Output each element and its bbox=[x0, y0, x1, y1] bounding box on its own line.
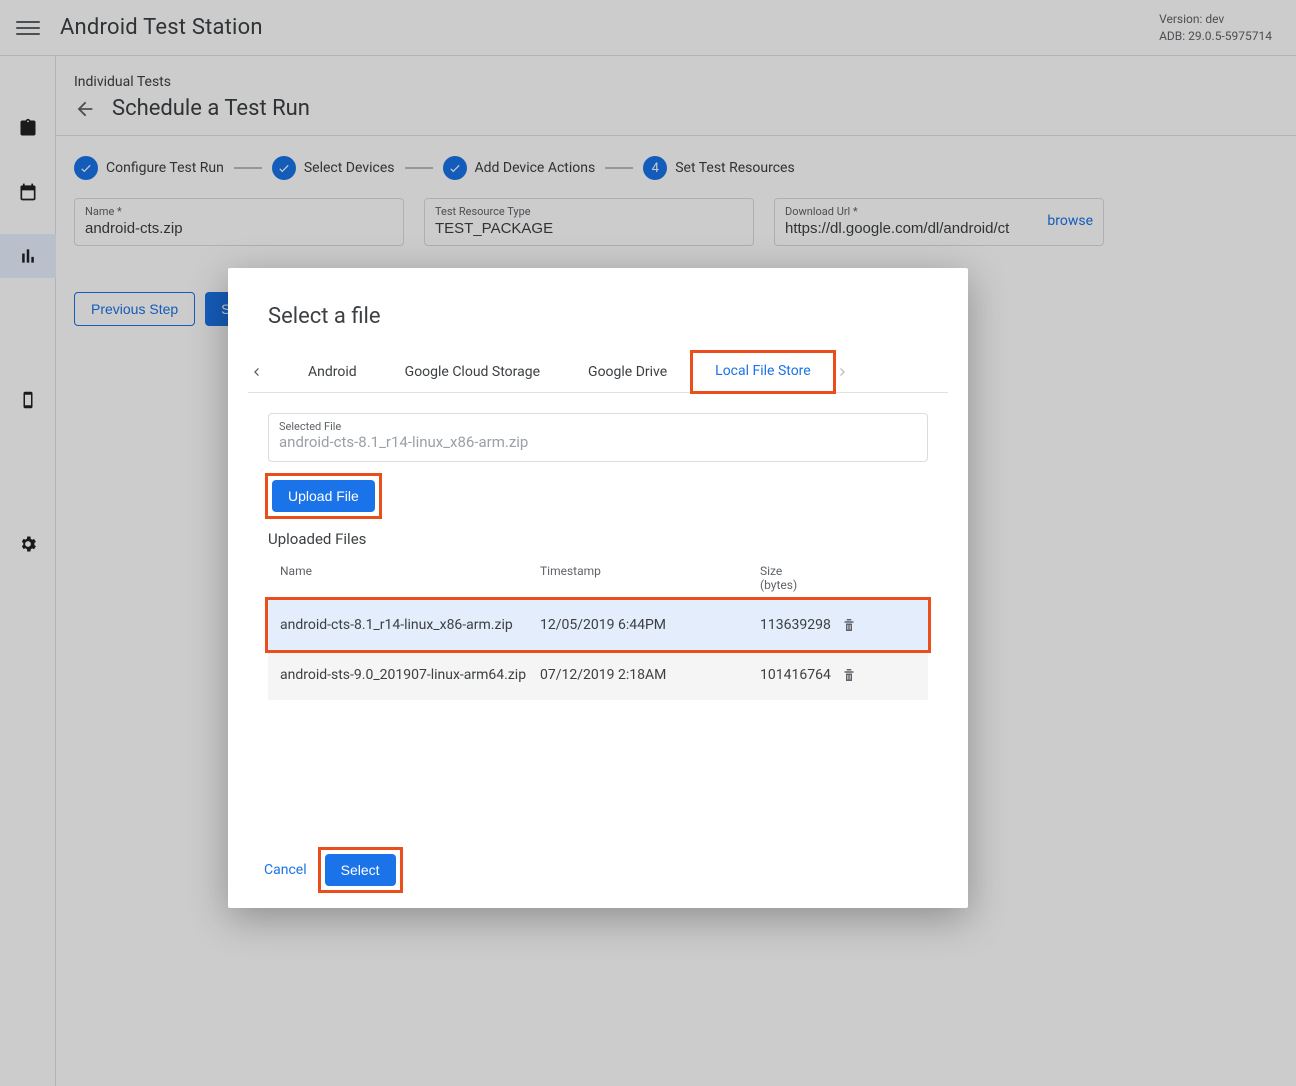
select-file-dialog: Select a file Android Google Cloud Stora… bbox=[228, 268, 968, 908]
row-size: 101416764 bbox=[760, 667, 840, 683]
select-button[interactable]: Select bbox=[325, 854, 396, 886]
cancel-button[interactable]: Cancel bbox=[264, 862, 307, 878]
table-row[interactable]: android-sts-9.0_201907-linux-arm64.zip 0… bbox=[268, 650, 928, 700]
table-header: Name Timestamp Size (bytes) bbox=[268, 556, 928, 600]
row-timestamp: 07/12/2019 2:18AM bbox=[540, 667, 760, 683]
chevron-right-icon[interactable] bbox=[835, 364, 871, 380]
chevron-left-icon[interactable] bbox=[248, 364, 284, 380]
col-name: Name bbox=[280, 564, 540, 592]
upload-file-button[interactable]: Upload File bbox=[272, 480, 375, 512]
selected-file-label: Selected File bbox=[279, 420, 917, 433]
selected-file-value: android-cts-8.1_r14-linux_x86-arm.zip bbox=[279, 433, 917, 451]
select-highlight: Select bbox=[321, 850, 400, 890]
tab-bar: Android Google Cloud Storage Google Driv… bbox=[248, 351, 948, 393]
uploaded-files-header: Uploaded Files bbox=[268, 530, 928, 548]
delete-icon[interactable] bbox=[840, 666, 870, 684]
row-size: 113639298 bbox=[760, 617, 840, 633]
row-name: android-sts-9.0_201907-linux-arm64.zip bbox=[280, 667, 540, 683]
selected-file-field[interactable]: Selected File android-cts-8.1_r14-linux_… bbox=[268, 413, 928, 462]
tab-drive[interactable]: Google Drive bbox=[564, 352, 691, 392]
col-size: Size (bytes) bbox=[760, 564, 840, 592]
col-timestamp: Timestamp bbox=[540, 564, 760, 592]
delete-icon[interactable] bbox=[840, 616, 870, 634]
tab-gcs[interactable]: Google Cloud Storage bbox=[381, 352, 564, 392]
table-row[interactable]: android-cts-8.1_r14-linux_x86-arm.zip 12… bbox=[268, 600, 928, 650]
tab-local-file-store[interactable]: Local File Store bbox=[691, 351, 835, 393]
row-timestamp: 12/05/2019 6:44PM bbox=[540, 617, 760, 633]
row-name: android-cts-8.1_r14-linux_x86-arm.zip bbox=[280, 617, 540, 633]
dialog-title: Select a file bbox=[236, 304, 960, 351]
tab-android[interactable]: Android bbox=[284, 352, 381, 392]
uploaded-files-table: Name Timestamp Size (bytes) android-cts-… bbox=[268, 556, 928, 700]
upload-highlight: Upload File bbox=[268, 476, 379, 516]
